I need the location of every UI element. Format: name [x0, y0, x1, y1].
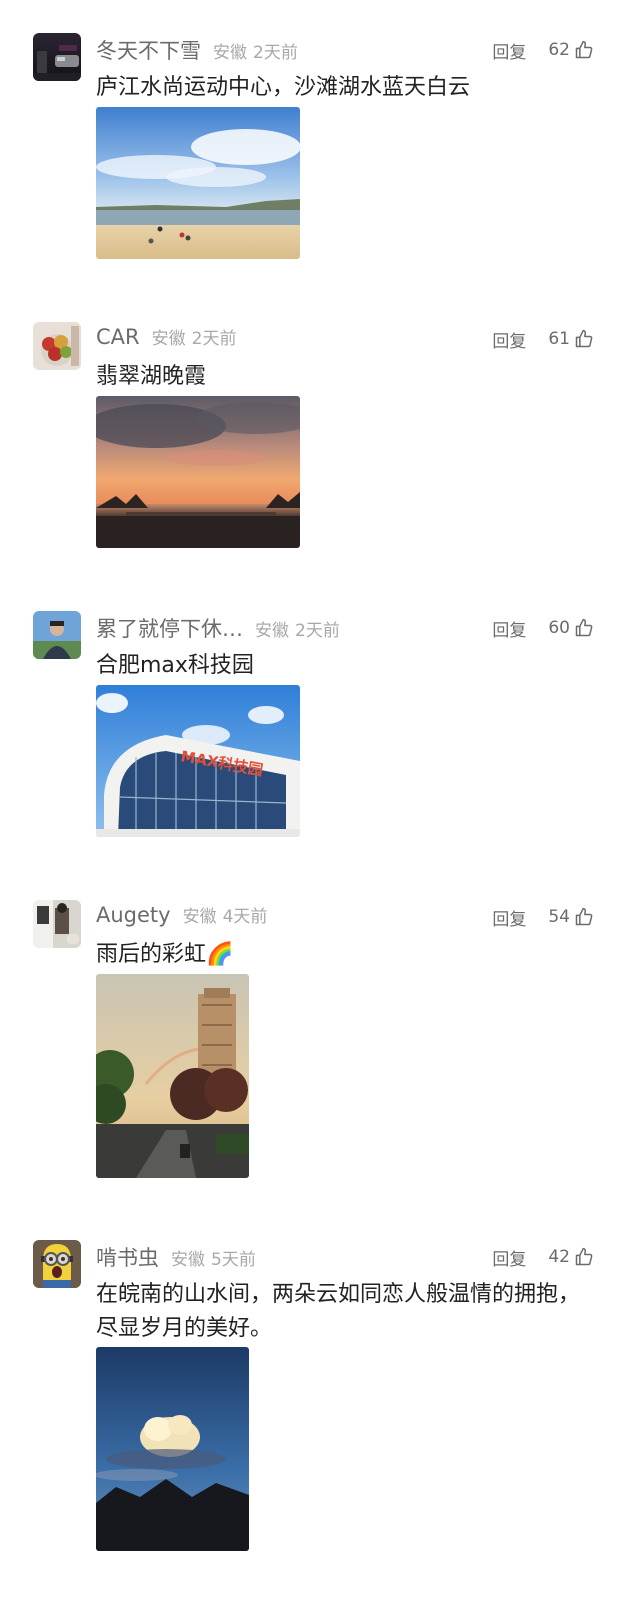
comment-meta: CAR 安徽 2天前 [96, 324, 236, 352]
username[interactable]: 冬天不下雪 [96, 35, 201, 65]
location: 安徽 [255, 621, 289, 641]
comment-meta: Augety 安徽 4天前 [96, 902, 267, 930]
like-count: 61 [548, 329, 570, 349]
reply-button[interactable]: 回复 [492, 327, 526, 352]
timestamp: 2天前 [295, 621, 340, 641]
location: 安徽 [171, 1250, 205, 1270]
thumbs-up-icon[interactable] [574, 329, 594, 349]
avatar[interactable] [33, 1240, 81, 1288]
thumbs-up-icon[interactable] [574, 907, 594, 927]
comment-actions: 回复 62 [492, 37, 594, 63]
username[interactable]: CAR [96, 325, 140, 349]
reply-button[interactable]: 回复 [492, 38, 526, 63]
comment-photo[interactable]: MAX科技园 [96, 685, 300, 837]
comment-actions: 回复 60 [492, 615, 594, 641]
avatar[interactable] [33, 611, 81, 659]
comment-actions: 回复 61 [492, 326, 594, 352]
comment-photo[interactable] [96, 396, 300, 548]
like-count: 42 [548, 1247, 570, 1267]
location: 安徽 [213, 43, 247, 63]
timestamp: 4天前 [222, 907, 268, 927]
comment-photo[interactable] [96, 974, 249, 1178]
comment-text: 庐江水尚运动中心，沙滩湖水蓝天白云 [96, 75, 471, 100]
thumbs-up-icon[interactable] [574, 618, 594, 638]
reply-button[interactable]: 回复 [492, 616, 526, 641]
comment-text: 在皖南的山水间，两朵云如同恋人般温情的拥抱，尽显岁月的美好。 [96, 1282, 581, 1341]
like-count: 62 [548, 40, 570, 60]
comment-photo[interactable] [96, 107, 300, 259]
comment-meta: 累了就停下休… 安徽 2天前 [96, 613, 340, 641]
reply-button[interactable]: 回复 [492, 1245, 526, 1270]
comment-text: 翡翠湖晚霞 [96, 364, 207, 389]
avatar[interactable] [33, 900, 81, 948]
like-count: 60 [548, 618, 570, 638]
avatar[interactable] [33, 322, 81, 370]
like-count: 54 [548, 907, 570, 927]
comment-text: 雨后的彩虹🌈 [96, 942, 234, 967]
timestamp: 5天前 [211, 1250, 256, 1270]
comment-text: 合肥max科技园 [96, 653, 254, 678]
timestamp: 2天前 [191, 329, 237, 349]
comment-actions: 回复 54 [492, 904, 594, 930]
location: 安徽 [182, 907, 217, 927]
thumbs-up-icon[interactable] [574, 1247, 594, 1267]
thumbs-up-icon[interactable] [574, 40, 594, 60]
comment-actions: 回复 42 [492, 1244, 594, 1270]
username[interactable]: Augety [96, 903, 171, 927]
avatar[interactable] [33, 33, 81, 81]
location: 安徽 [151, 329, 186, 349]
username[interactable]: 啃书虫 [96, 1242, 159, 1272]
reply-button[interactable]: 回复 [492, 905, 526, 930]
comment-meta: 冬天不下雪 安徽 2天前 [96, 35, 298, 63]
username[interactable]: 累了就停下休… [96, 613, 243, 643]
timestamp: 2天前 [253, 43, 298, 63]
comment-meta: 啃书虫 安徽 5天前 [96, 1242, 256, 1270]
comment-photo[interactable] [96, 1347, 249, 1551]
